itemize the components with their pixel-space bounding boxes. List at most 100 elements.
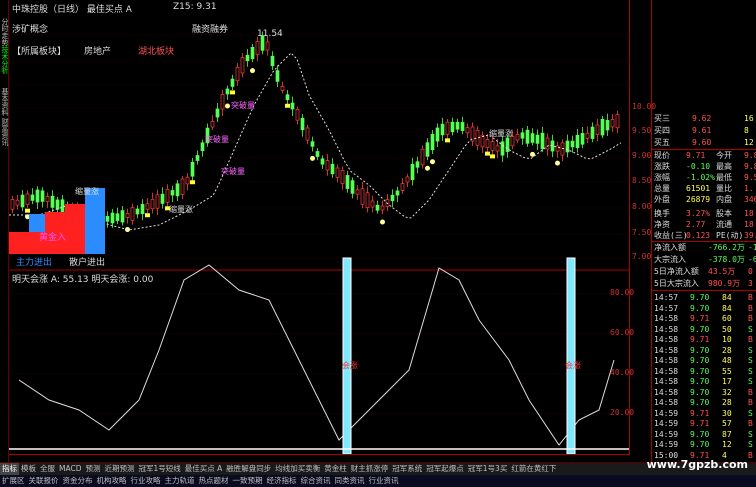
candle-body	[540, 132, 545, 150]
candle-body	[590, 126, 595, 139]
panel-separator	[652, 290, 756, 291]
quote-row: 14:57 9.70 84 B	[652, 292, 756, 303]
vtab-jishu[interactable]: 技术分析	[0, 40, 9, 80]
link-item[interactable]: 同类资讯	[333, 475, 367, 487]
quote-cell: 9.70	[690, 356, 710, 365]
quote-row: 5日净流入额 43.5万 0	[652, 266, 756, 277]
indicator-tab[interactable]: 模板	[19, 463, 38, 475]
concept-label: 涉矿概念	[12, 25, 49, 35]
signal-marker	[285, 103, 290, 108]
candle-body	[400, 183, 405, 191]
candle-body	[185, 176, 190, 185]
quote-row: 总量 61501 量比 1.	[652, 183, 756, 194]
quote-row: 买四 9.61 8	[652, 125, 756, 136]
indicator-tab[interactable]: 冠军1号3买	[466, 463, 510, 475]
link-item[interactable]: 一致预期	[231, 475, 265, 487]
quote-cell: 总量	[654, 184, 670, 193]
link-item[interactable]: 扩展区	[0, 475, 27, 487]
candle-body	[490, 141, 495, 151]
indicator-tab[interactable]: 全服	[38, 463, 57, 475]
quote-cell: 9.71	[690, 419, 710, 428]
suoliang-label-3: 缩量涨	[489, 128, 513, 138]
quote-cell: 大宗流入	[654, 255, 686, 264]
indicator-tab[interactable]: 融胜解盘同步	[224, 463, 273, 475]
candle-body	[390, 194, 395, 202]
candle-body	[135, 208, 140, 215]
quote-cell: 28	[722, 345, 732, 355]
candle-body	[380, 205, 385, 211]
quote-cell: 3462	[744, 195, 756, 204]
signal-dot	[225, 103, 230, 109]
indicator-line	[18, 264, 615, 446]
quote-cell: 9.70	[690, 303, 710, 313]
z15-value: Z15: 9.31	[173, 2, 217, 12]
candle-body	[20, 194, 25, 208]
quote-row: 14:58 9.71 10 B	[652, 334, 756, 345]
sector-1[interactable]: 房地产	[84, 44, 111, 57]
indicator-tick: 60.00	[610, 328, 635, 337]
candle-body	[395, 190, 400, 196]
time-axis-line	[9, 454, 629, 455]
candle-body	[125, 213, 130, 218]
link-item[interactable]: 主力轨道	[163, 475, 197, 487]
candle-body	[265, 41, 270, 51]
indicator-tab[interactable]: 黄金柱	[322, 463, 349, 475]
link-item[interactable]: 行业资讯	[367, 475, 401, 487]
candle-body	[165, 188, 170, 203]
quote-cell: 30	[722, 408, 732, 418]
link-item[interactable]: 热点题材	[197, 475, 231, 487]
quote-cell: 最低	[716, 173, 732, 182]
signal-marker	[485, 151, 490, 156]
candle-body	[210, 121, 215, 128]
link-item[interactable]: 综合资讯	[299, 475, 333, 487]
sector-2[interactable]: 湖北板块	[138, 44, 174, 57]
quote-cell: 87	[722, 429, 732, 439]
quote-cell: 43.5万	[708, 267, 736, 276]
indicator-tab[interactable]: 冠军1号短线	[136, 463, 182, 475]
quote-cell: 14:58	[654, 387, 679, 397]
indicator-tab[interactable]: 冠军起爆点	[424, 463, 466, 475]
indicator-tab[interactable]: 均线加买卖衡	[273, 463, 322, 475]
quote-cell: 买四	[654, 126, 670, 135]
indicator-tab[interactable]: 红箭在黄红下	[509, 463, 558, 475]
quote-cell: B	[748, 335, 753, 344]
quote-row: 14:59 9.70 12 S	[652, 439, 756, 450]
candle-body	[215, 108, 220, 118]
quote-cell: 5日净流入额	[654, 267, 699, 276]
quote-cell: 9.5	[744, 173, 756, 182]
quote-cell: 涨幅	[654, 173, 670, 182]
indicator-tab[interactable]: MACD	[57, 463, 83, 475]
quote-cell: 9.70	[690, 440, 710, 449]
suoliang-label-2: 缩量涨	[75, 186, 99, 196]
quote-cell: 9.8	[744, 162, 756, 171]
indicator-tab[interactable]: 预测	[83, 463, 102, 475]
indicator-tab[interactable]: 财主抓涨停	[349, 463, 391, 475]
candle-body	[305, 127, 310, 141]
quote-cell: 外盘	[654, 195, 670, 204]
link-item[interactable]: 经济指标	[265, 475, 299, 487]
indicator-tab[interactable]: 最佳买点 A	[183, 463, 225, 475]
candle-body	[415, 161, 420, 168]
quote-row: 涨跌 -0.10 最高 9.8	[652, 161, 756, 172]
quote-cell: S	[748, 408, 753, 418]
candle-body	[530, 133, 535, 143]
quote-cell: 3	[748, 279, 753, 288]
indicator-tab[interactable]: 近期预测	[102, 463, 136, 475]
candle-body	[15, 199, 20, 206]
quote-cell: 9.71	[686, 151, 706, 160]
indicator-tab[interactable]: 冠军系统	[390, 463, 424, 475]
kline-chart[interactable]: 主力进出 散户进出 黄金入 突破量 突破量 突破量 缩量涨 缩量涨 缩量涨 11…	[9, 0, 629, 455]
candle-body	[40, 190, 45, 202]
quote-cell: 55	[722, 366, 732, 376]
candle-body	[160, 193, 165, 204]
link-item[interactable]: 机构攻略	[95, 475, 129, 487]
link-item[interactable]: 关联报价	[27, 475, 61, 487]
link-item[interactable]: 行业攻略	[129, 475, 163, 487]
quote-row: 14:58 9.70 32 B	[652, 387, 756, 398]
link-item[interactable]: 资金分布	[61, 475, 95, 487]
indicator-tab[interactable]: 指标	[0, 463, 19, 475]
candle-body	[600, 119, 605, 136]
quote-cell: 57	[722, 419, 732, 428]
vtab-caifu[interactable]: 财富资讯	[0, 112, 9, 152]
quote-cell: 2.77	[686, 220, 706, 229]
